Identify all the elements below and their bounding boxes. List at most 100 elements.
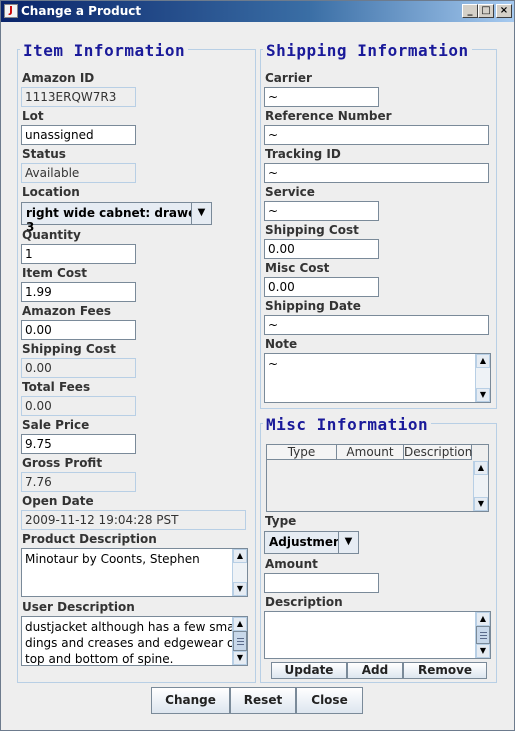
- grip-icon: [480, 638, 487, 639]
- misc-description-scrollbar[interactable]: ▲ ▼: [475, 612, 490, 658]
- misc-table-header: Type Amount Description: [267, 445, 472, 460]
- column-header-type[interactable]: Type: [267, 445, 337, 460]
- grip-icon: [237, 638, 244, 639]
- quantity-input[interactable]: 1: [21, 244, 136, 264]
- scroll-up-icon[interactable]: ▲: [233, 617, 247, 631]
- scroll-down-icon[interactable]: ▼: [233, 651, 247, 665]
- scrollbar-thumb[interactable]: [476, 626, 490, 644]
- close-icon[interactable]: ×: [496, 4, 512, 18]
- update-button[interactable]: Update: [271, 662, 347, 679]
- scroll-up-icon[interactable]: ▲: [476, 612, 490, 626]
- reference-number-input[interactable]: ~: [264, 125, 489, 145]
- item-cost-input[interactable]: 1.99: [21, 282, 136, 302]
- amazon-id-value: 1113ERQW7R3: [21, 87, 136, 107]
- tracking-id-input[interactable]: ~: [264, 163, 489, 183]
- misc-type-label: Type: [265, 514, 297, 528]
- user-description-textarea[interactable]: dustjacket although has a few small ding…: [21, 616, 248, 666]
- misc-information-title: Misc Information: [263, 415, 432, 434]
- misc-type-selected-value: Adjustment: [269, 535, 348, 549]
- column-header-amount[interactable]: Amount: [337, 445, 404, 460]
- product-description-text: Minotaur by Coonts, Stephen: [25, 552, 200, 566]
- note-text: ~: [268, 357, 279, 371]
- location-select[interactable]: right wide cabnet: drawer 3 ▼: [21, 202, 212, 234]
- change-product-window: J Change a Product _ □ × Item Informatio…: [0, 0, 515, 731]
- open-date-value: 2009-11-12 19:04:28 PST: [21, 510, 246, 530]
- amazon-id-label: Amazon ID: [22, 71, 95, 85]
- location-label: Location: [22, 185, 80, 199]
- title-bar[interactable]: J Change a Product _ □ ×: [1, 1, 514, 22]
- amazon-fees-input[interactable]: 0.00: [21, 320, 136, 340]
- sale-price-label: Sale Price: [22, 418, 90, 432]
- chevron-down-icon[interactable]: ▼: [191, 203, 211, 224]
- shipping-information-title: Shipping Information: [263, 41, 472, 60]
- service-label: Service: [265, 185, 315, 199]
- add-button[interactable]: Add: [347, 662, 403, 679]
- shipping-cost-value: 0.00: [21, 358, 136, 378]
- close-button[interactable]: Close: [296, 687, 363, 714]
- reference-number-label: Reference Number: [265, 109, 392, 123]
- user-description-label: User Description: [22, 600, 135, 614]
- misc-cost-input[interactable]: 0.00: [264, 277, 379, 297]
- scroll-down-icon[interactable]: ▼: [233, 582, 247, 596]
- amazon-fees-label: Amazon Fees: [22, 304, 111, 318]
- tracking-id-label: Tracking ID: [265, 147, 341, 161]
- shipping-date-input[interactable]: ~: [264, 315, 489, 335]
- scroll-down-icon[interactable]: ▼: [476, 388, 490, 402]
- quantity-label: Quantity: [22, 228, 81, 242]
- java-app-icon: J: [4, 4, 18, 18]
- grip-icon: [237, 641, 244, 642]
- user-description-scrollbar[interactable]: ▲ ▼: [232, 617, 247, 665]
- minimize-icon[interactable]: _: [462, 4, 478, 18]
- misc-amount-label: Amount: [265, 557, 318, 571]
- grip-icon: [480, 632, 487, 633]
- user-description-line: dings and creases and edgewear on: [25, 636, 242, 650]
- scroll-up-icon[interactable]: ▲: [476, 354, 490, 368]
- gross-profit-value: 7.76: [21, 472, 136, 492]
- grip-icon: [480, 635, 487, 636]
- shipping-cost-input[interactable]: 0.00: [264, 239, 379, 259]
- misc-description-label: Description: [265, 595, 343, 609]
- misc-amount-input[interactable]: [264, 573, 379, 593]
- user-description-line: dustjacket although has a few small: [25, 620, 242, 634]
- misc-table-scrollbar[interactable]: ▲ ▼: [473, 461, 488, 511]
- service-input[interactable]: ~: [264, 201, 379, 221]
- sale-price-input[interactable]: 9.75: [21, 434, 136, 454]
- scroll-up-icon[interactable]: ▲: [233, 549, 247, 563]
- window-title: Change a Product: [21, 4, 142, 18]
- note-textarea[interactable]: ~ ▲ ▼: [264, 353, 491, 403]
- scroll-down-icon[interactable]: ▼: [476, 644, 490, 658]
- misc-type-select[interactable]: Adjustment ▼: [264, 531, 359, 554]
- misc-cost-label: Misc Cost: [265, 261, 330, 275]
- status-label: Status: [22, 147, 66, 161]
- note-scrollbar[interactable]: ▲ ▼: [475, 354, 490, 402]
- item-cost-label: Item Cost: [22, 266, 87, 280]
- shipping-cost-label: Shipping Cost: [265, 223, 359, 237]
- carrier-label: Carrier: [265, 71, 312, 85]
- maximize-icon[interactable]: □: [478, 4, 494, 18]
- shipping-date-label: Shipping Date: [265, 299, 361, 313]
- carrier-input[interactable]: ~: [264, 87, 379, 107]
- product-description-scrollbar[interactable]: ▲ ▼: [232, 549, 247, 596]
- change-button[interactable]: Change: [151, 687, 230, 714]
- reset-button[interactable]: Reset: [230, 687, 296, 714]
- scroll-down-icon[interactable]: ▼: [474, 497, 488, 511]
- status-value: Available: [21, 163, 136, 183]
- column-header-description[interactable]: Description: [404, 445, 472, 460]
- open-date-label: Open Date: [22, 494, 94, 508]
- grip-icon: [237, 644, 244, 645]
- gross-profit-label: Gross Profit: [22, 456, 103, 470]
- user-description-line: top and bottom of spine.: [25, 652, 174, 666]
- lot-input[interactable]: unassigned: [21, 125, 136, 145]
- scrollbar-thumb[interactable]: [233, 631, 247, 651]
- chevron-down-icon[interactable]: ▼: [338, 532, 358, 553]
- misc-description-textarea[interactable]: ▲ ▼: [264, 611, 491, 659]
- scroll-up-icon[interactable]: ▲: [474, 461, 488, 475]
- product-description-label: Product Description: [22, 532, 157, 546]
- misc-table[interactable]: Type Amount Description ▲ ▼: [266, 444, 489, 512]
- item-information-title: Item Information: [20, 41, 189, 60]
- remove-button[interactable]: Remove: [403, 662, 487, 679]
- total-fees-label: Total Fees: [22, 380, 91, 394]
- product-description-textarea[interactable]: Minotaur by Coonts, Stephen ▲ ▼: [21, 548, 248, 597]
- note-label: Note: [265, 337, 298, 351]
- shipping-cost-label: Shipping Cost: [22, 342, 116, 356]
